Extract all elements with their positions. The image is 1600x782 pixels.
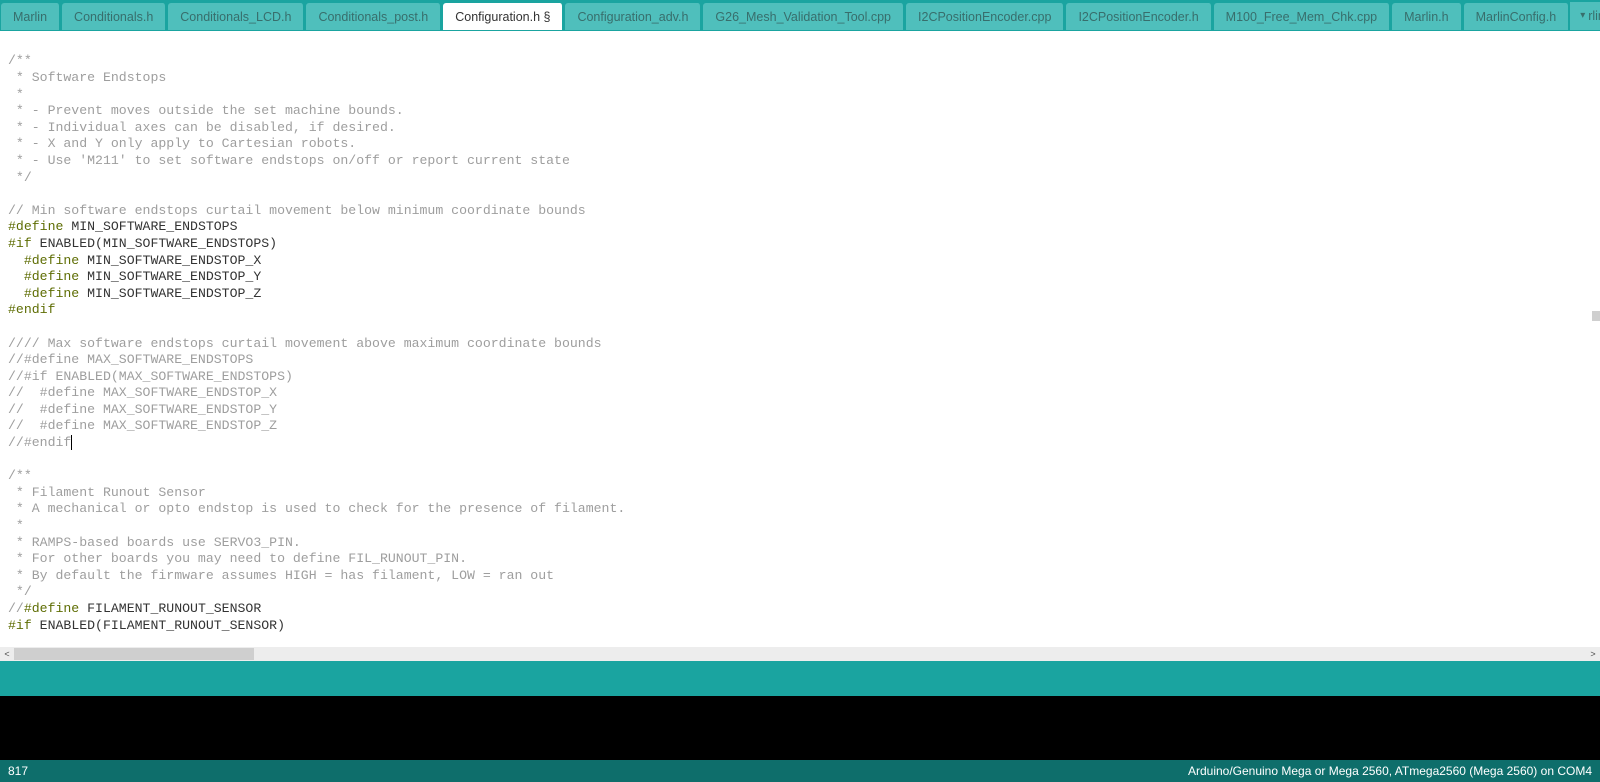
tab-label: Configuration.h § [455, 10, 550, 24]
code-comment: // [8, 601, 24, 616]
code-comment: * - Use 'M211' to set software endstops … [8, 153, 570, 168]
vertical-scroll-thumb[interactable] [1592, 311, 1600, 321]
code-comment: /** [8, 53, 32, 68]
code-comment: */ [8, 584, 32, 599]
code-comment: * - X and Y only apply to Cartesian robo… [8, 136, 356, 151]
code-text: FILAMENT_RUNOUT_SENSOR [79, 601, 261, 616]
tab-label: Conditionals_post.h [318, 10, 428, 24]
code-preprocessor: #define [24, 601, 79, 616]
code-comment: * A mechanical or opto endstop is used t… [8, 501, 625, 516]
code-comment: * [8, 518, 24, 533]
code-preprocessor: #endif [8, 302, 55, 317]
code-preprocessor: #define [24, 253, 79, 268]
code-comment: // #define MAX_SOFTWARE_ENDSTOP_X [8, 385, 277, 400]
horizontal-scroll-thumb[interactable] [14, 648, 254, 660]
code-preprocessor: #if [8, 236, 32, 251]
scroll-left-icon[interactable]: < [0, 647, 14, 661]
tabs-bar: Marlin Conditionals.h Conditionals_LCD.h… [0, 2, 1600, 31]
tab-label: M100_Free_Mem_Chk.cpp [1226, 10, 1377, 24]
status-bar: 817 Arduino/Genuino Mega or Mega 2560, A… [0, 760, 1600, 782]
code-text: MIN_SOFTWARE_ENDSTOP_Z [79, 286, 261, 301]
tab-marlinconfig-h[interactable]: MarlinConfig.h [1464, 3, 1570, 31]
text-cursor [71, 435, 72, 450]
status-line-number: 817 [8, 764, 28, 778]
tab-label: Conditionals.h [74, 10, 153, 24]
code-comment: * [8, 87, 24, 102]
code-comment: * Filament Runout Sensor [8, 485, 206, 500]
code-comment: /** [8, 468, 32, 483]
code-preprocessor: #define [24, 269, 79, 284]
tab-marlin[interactable]: Marlin [1, 3, 60, 31]
editor-wrap: /** * Software Endstops * * - Prevent mo… [0, 31, 1600, 661]
code-comment: // #define MAX_SOFTWARE_ENDSTOP_Y [8, 402, 277, 417]
tab-label: MarlinConfig.h [1476, 10, 1557, 24]
tab-label: Configuration_adv.h [577, 10, 688, 24]
code-comment: //#define MAX_SOFTWARE_ENDSTOPS [8, 352, 253, 367]
console-area[interactable] [0, 696, 1600, 761]
code-comment: * Software Endstops [8, 70, 166, 85]
code-indent [8, 269, 24, 284]
code-comment: //#endif [8, 435, 71, 450]
tab-label: I2CPositionEncoder.h [1078, 10, 1198, 24]
code-text: MIN_SOFTWARE_ENDSTOP_X [79, 253, 261, 268]
tab-label: Conditionals_LCD.h [180, 10, 291, 24]
code-indent [8, 286, 24, 301]
code-comment: // #define MAX_SOFTWARE_ENDSTOP_Z [8, 418, 277, 433]
code-comment: * - Individual axes can be disabled, if … [8, 120, 396, 135]
tab-configuration-adv-h[interactable]: Configuration_adv.h [565, 3, 701, 31]
tab-conditionals-post-h[interactable]: Conditionals_post.h [306, 3, 441, 31]
scroll-track[interactable] [14, 647, 1586, 661]
code-comment: * For other boards you may need to defin… [8, 551, 467, 566]
tab-label: G26_Mesh_Validation_Tool.cpp [715, 10, 891, 24]
code-comment: //#if ENABLED(MAX_SOFTWARE_ENDSTOPS) [8, 369, 293, 384]
vertical-scrollbar[interactable] [1589, 31, 1600, 647]
tab-i2cpositionencoder-cpp[interactable]: I2CPositionEncoder.cpp [906, 3, 1064, 31]
code-editor[interactable]: /** * Software Endstops * * - Prevent mo… [0, 31, 1600, 647]
code-preprocessor: #if [8, 618, 32, 633]
tab-label: Marlin.h [1404, 10, 1448, 24]
horizontal-scrollbar[interactable]: < > [0, 647, 1600, 661]
code-comment: * - Prevent moves outside the set machin… [8, 103, 404, 118]
tab-configuration-h[interactable]: Configuration.h § [443, 3, 563, 31]
code-comment: // Min software endstops curtail movemen… [8, 203, 586, 218]
message-bar [0, 661, 1600, 696]
code-preprocessor: #define [24, 286, 79, 301]
code-text: ENABLED(FILAMENT_RUNOUT_SENSOR) [32, 618, 285, 633]
tab-label: Marlin [13, 10, 47, 24]
tab-i2cpositionencoder-h[interactable]: I2CPositionEncoder.h [1066, 3, 1211, 31]
tabs-overflow-dropdown[interactable]: rlinS [1570, 2, 1600, 30]
status-board-info: Arduino/Genuino Mega or Mega 2560, ATmeg… [1188, 764, 1592, 778]
tab-conditionals-h[interactable]: Conditionals.h [62, 3, 166, 31]
code-comment: //// Max software endstops curtail movem… [8, 336, 602, 351]
code-text: MIN_SOFTWARE_ENDSTOP_Y [79, 269, 261, 284]
tab-g26-mesh-validation[interactable]: G26_Mesh_Validation_Tool.cpp [703, 3, 904, 31]
code-indent [8, 253, 24, 268]
code-comment: * RAMPS-based boards use SERVO3_PIN. [8, 535, 301, 550]
code-comment: * By default the firmware assumes HIGH =… [8, 568, 554, 583]
tab-m100-free-mem-chk[interactable]: M100_Free_Mem_Chk.cpp [1214, 3, 1390, 31]
code-comment: */ [8, 170, 32, 185]
tab-conditionals-lcd-h[interactable]: Conditionals_LCD.h [168, 3, 304, 31]
code-preprocessor: #define [8, 219, 63, 234]
code-text: ENABLED(MIN_SOFTWARE_ENDSTOPS) [32, 236, 277, 251]
overflow-label: rlinS [1588, 9, 1600, 23]
code-text: MIN_SOFTWARE_ENDSTOPS [63, 219, 237, 234]
tab-label: I2CPositionEncoder.cpp [918, 10, 1051, 24]
tab-marlin-h[interactable]: Marlin.h [1392, 3, 1461, 31]
scroll-right-icon[interactable]: > [1586, 647, 1600, 661]
